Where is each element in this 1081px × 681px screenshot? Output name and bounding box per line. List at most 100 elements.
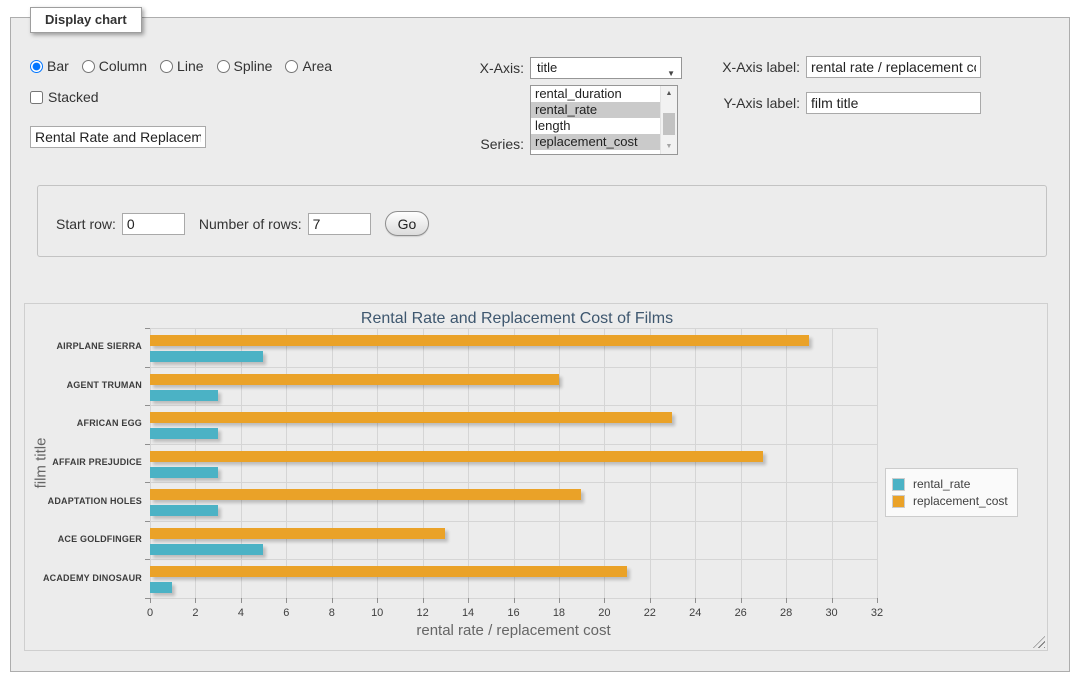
chart-container: Rental Rate and Replacement Cost of Film… xyxy=(24,303,1048,651)
chart-type-label: Spline xyxy=(234,58,273,74)
chart-type-label: Bar xyxy=(47,58,69,74)
y-axis-label-input[interactable] xyxy=(806,92,981,114)
x-tick-label: 20 xyxy=(584,607,624,619)
x-axis-label-field-label: X-Axis label: xyxy=(700,56,800,78)
bar-rental_rate xyxy=(150,505,218,516)
gridline xyxy=(423,328,424,598)
series-scrollbar[interactable]: ▲ ▼ xyxy=(660,86,677,154)
category-label: ACE GOLDFINGER xyxy=(25,534,142,544)
x-tick-label: 10 xyxy=(357,607,397,619)
category-label: ACADEMY DINOSAUR xyxy=(25,573,142,583)
category-label: ADAPTATION HOLES xyxy=(25,496,142,506)
series-options: rental_durationrental_ratelengthreplacem… xyxy=(531,86,677,150)
bar-rental_rate xyxy=(150,582,172,593)
x-tickmark xyxy=(786,598,787,603)
gridline xyxy=(514,328,515,598)
legend-label: rental_rate xyxy=(913,477,970,491)
stacked-row: Stacked xyxy=(30,89,99,105)
series-option-length[interactable]: length xyxy=(531,118,660,134)
gridline xyxy=(332,328,333,598)
resize-handle-icon[interactable] xyxy=(1033,636,1045,648)
x-tick-label: 2 xyxy=(175,607,215,619)
gridline xyxy=(286,328,287,598)
gridline xyxy=(241,328,242,598)
x-tickmark xyxy=(650,598,651,603)
x-tickmark xyxy=(514,598,515,603)
gridline xyxy=(832,328,833,598)
chart-type-option-area: Area xyxy=(285,58,332,74)
chart-type-radio-spline[interactable] xyxy=(217,60,230,73)
series-option-rental_duration[interactable]: rental_duration xyxy=(531,86,660,102)
x-tickmark xyxy=(150,598,151,603)
x-tick-label: 4 xyxy=(221,607,261,619)
gridline xyxy=(695,328,696,598)
fieldset-legend: Display chart xyxy=(30,7,142,33)
start-row-label: Start row: xyxy=(56,216,116,232)
x-tick-label: 12 xyxy=(403,607,443,619)
bar-replacement_cost xyxy=(150,412,672,423)
chart-type-option-spline: Spline xyxy=(217,58,273,74)
x-tick-label: 22 xyxy=(630,607,670,619)
series-list-label: Series: xyxy=(440,133,524,155)
legend-swatch-replacement_cost xyxy=(892,495,905,508)
scroll-up-icon[interactable]: ▲ xyxy=(661,86,677,101)
x-tick-label: 16 xyxy=(494,607,534,619)
row-controls-panel: Start row: Number of rows: Go xyxy=(37,185,1047,257)
gridline xyxy=(377,328,378,598)
x-tickmark xyxy=(604,598,605,603)
gridline xyxy=(468,328,469,598)
x-tickmark xyxy=(877,598,878,603)
series-option-rental_rate[interactable]: rental_rate xyxy=(531,102,660,118)
bar-rental_rate xyxy=(150,544,263,555)
bar-rental_rate xyxy=(150,351,263,362)
chart-legend: rental_rate replacement_cost xyxy=(885,468,1018,517)
bar-rental_rate xyxy=(150,467,218,478)
chart-title: Rental Rate and Replacement Cost of Film… xyxy=(25,310,1009,328)
chart-type-radio-line[interactable] xyxy=(160,60,173,73)
bar-replacement_cost xyxy=(150,566,627,577)
chart-type-option-column: Column xyxy=(82,58,147,74)
chevron-down-icon: ▼ xyxy=(667,64,675,84)
go-button[interactable]: Go xyxy=(385,211,430,236)
x-tickmark xyxy=(423,598,424,603)
start-row-input[interactable] xyxy=(122,213,185,235)
category-label: AFRICAN EGG xyxy=(25,418,142,428)
category-label: AGENT TRUMAN xyxy=(25,380,142,390)
bar-replacement_cost xyxy=(150,451,763,462)
x-axis-select[interactable]: title ▼ xyxy=(530,57,682,79)
bar-replacement_cost xyxy=(150,489,581,500)
bar-replacement_cost xyxy=(150,335,809,346)
x-tickmark xyxy=(377,598,378,603)
y-axis-label-field-label: Y-Axis label: xyxy=(700,92,800,114)
chart-type-radio-bar[interactable] xyxy=(30,60,43,73)
x-tickmark xyxy=(195,598,196,603)
scroll-down-icon[interactable]: ▼ xyxy=(661,139,677,154)
gridline xyxy=(150,328,151,598)
gridline xyxy=(195,328,196,598)
x-tick-label: 18 xyxy=(539,607,579,619)
gridline xyxy=(650,328,651,598)
chart-type-radio-column[interactable] xyxy=(82,60,95,73)
legend-item-replacement_cost: replacement_cost xyxy=(892,494,1008,508)
chart-title-input[interactable] xyxy=(30,126,206,148)
x-tick-label: 32 xyxy=(857,607,897,619)
x-tickmark xyxy=(832,598,833,603)
scrollbar-thumb[interactable] xyxy=(663,113,675,135)
gridline xyxy=(741,328,742,598)
series-option-replacement_cost[interactable]: replacement_cost xyxy=(531,134,660,150)
x-tick-label: 28 xyxy=(766,607,806,619)
chart-type-option-bar: Bar xyxy=(30,58,69,74)
x-axis-label-input[interactable] xyxy=(806,56,981,78)
series-listbox[interactable]: rental_durationrental_ratelengthreplacem… xyxy=(530,85,678,155)
gridline xyxy=(786,328,787,598)
x-tick-label: 30 xyxy=(812,607,852,619)
x-axis-selected-value: title xyxy=(537,60,557,75)
gridline xyxy=(877,328,878,598)
x-tick-label: 0 xyxy=(130,607,170,619)
stacked-checkbox[interactable] xyxy=(30,91,43,104)
chart-type-radio-area[interactable] xyxy=(285,60,298,73)
chart-type-label: Area xyxy=(302,58,332,74)
gridline xyxy=(604,328,605,598)
num-rows-input[interactable] xyxy=(308,213,371,235)
x-tickmark xyxy=(741,598,742,603)
